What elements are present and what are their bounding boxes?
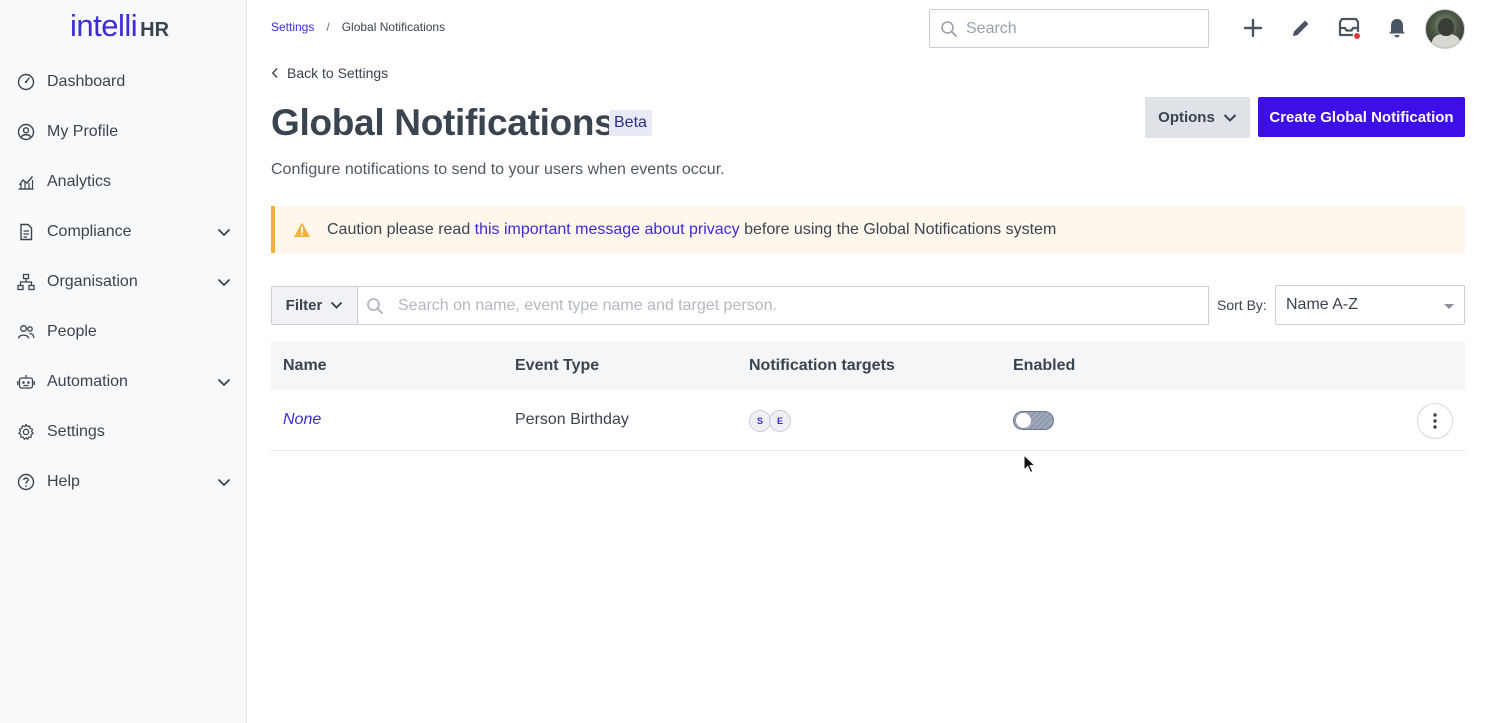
sidebar-item-dashboard[interactable]: Dashboard	[0, 57, 247, 107]
chevron-down-icon[interactable]	[216, 374, 232, 390]
enabled-toggle[interactable]	[1013, 411, 1054, 430]
chevron-down-icon[interactable]	[216, 474, 232, 490]
back-to-settings-link[interactable]: Back to Settings	[271, 65, 388, 81]
notification-search-input[interactable]	[398, 296, 1198, 315]
column-header-name[interactable]: Name	[283, 357, 327, 375]
chevron-down-icon	[1223, 113, 1237, 122]
sidebar-item-label: Automation	[47, 373, 128, 390]
back-link-label: Back to Settings	[287, 65, 389, 81]
sidebar: intelli HR Dashboard My Profile Analytic…	[0, 0, 247, 723]
pencil-icon[interactable]	[1289, 16, 1313, 40]
caret-down-icon	[1444, 304, 1454, 309]
row-actions-button[interactable]	[1417, 403, 1453, 439]
column-header-notification-targets[interactable]: Notification targets	[749, 357, 895, 375]
table-row: None Person Birthday S E	[271, 390, 1465, 451]
page-subtitle: Configure notifications to send to your …	[271, 161, 725, 178]
sidebar-item-analytics[interactable]: Analytics	[0, 157, 247, 207]
breadcrumb-settings-link[interactable]: Settings	[271, 20, 314, 34]
sort-select[interactable]: Name A-Z	[1275, 285, 1465, 325]
search-icon	[941, 20, 957, 37]
breadcrumb-current: Global Notifications	[341, 20, 446, 34]
breadcrumb: Settings / Global Notifications	[271, 20, 445, 34]
help-icon	[17, 473, 35, 491]
analytics-icon	[17, 173, 35, 191]
create-global-notification-button[interactable]: Create Global Notification	[1258, 97, 1465, 137]
mouse-cursor-icon	[1023, 454, 1037, 474]
page-title: Global Notifications	[271, 102, 615, 143]
logo-text: intelli	[70, 8, 138, 43]
sidebar-item-label: Analytics	[47, 173, 112, 190]
global-search[interactable]	[929, 9, 1209, 48]
sidebar-item-organisation[interactable]: Organisation	[0, 257, 247, 307]
dashboard-icon	[17, 73, 35, 91]
options-label: Options	[1158, 109, 1215, 126]
privacy-message-link[interactable]: this important message about privacy	[475, 221, 740, 238]
caution-prefix: Caution please read	[327, 220, 475, 238]
sidebar-item-automation[interactable]: Automation	[0, 357, 247, 407]
beta-badge: Beta	[609, 110, 652, 136]
sidebar-item-my-profile[interactable]: My Profile	[0, 107, 247, 157]
warning-icon	[294, 222, 310, 237]
sidebar-item-label: People	[47, 323, 97, 340]
sidebar-item-label: Settings	[47, 423, 105, 440]
logo-suffix: HR	[140, 19, 170, 41]
notification-search[interactable]	[358, 286, 1209, 325]
column-header-event-type[interactable]: Event Type	[515, 357, 599, 375]
column-header-enabled[interactable]: Enabled	[1013, 357, 1075, 375]
sidebar-item-people[interactable]: People	[0, 307, 247, 357]
bell-icon[interactable]	[1385, 16, 1409, 40]
profile-icon	[17, 123, 35, 141]
sidebar-nav: Dashboard My Profile Analytics Complianc…	[0, 57, 247, 507]
notification-name-link[interactable]: None	[283, 411, 321, 429]
compliance-icon	[17, 223, 35, 241]
sidebar-item-help[interactable]: Help	[0, 457, 247, 507]
organisation-icon	[17, 273, 35, 291]
avatar[interactable]	[1425, 9, 1465, 49]
caution-suffix: before using the Global Notifications sy…	[739, 220, 1057, 238]
avatar-face-shape	[1438, 18, 1454, 36]
plus-icon[interactable]	[1241, 16, 1265, 40]
caution-banner: Caution please read this important messa…	[271, 206, 1465, 253]
sort-by-label: Sort By:	[1217, 297, 1267, 313]
sort-select-value: Name A-Z	[1286, 296, 1359, 313]
options-button[interactable]: Options	[1145, 97, 1250, 138]
sidebar-item-label: Dashboard	[47, 73, 126, 90]
avatar-body-shape	[1432, 34, 1460, 48]
automation-icon	[17, 373, 35, 391]
sidebar-item-compliance[interactable]: Compliance	[0, 207, 247, 257]
more-vertical-icon	[1433, 413, 1437, 429]
chevron-left-icon	[271, 67, 278, 79]
people-icon	[17, 323, 35, 341]
sidebar-item-label: Help	[47, 473, 80, 490]
filter-button[interactable]: Filter	[271, 286, 358, 325]
inbox-icon[interactable]	[1337, 16, 1361, 40]
search-icon	[367, 297, 383, 314]
settings-icon	[17, 423, 35, 441]
sidebar-item-label: Compliance	[47, 223, 132, 240]
chevron-down-icon[interactable]	[216, 274, 232, 290]
target-chip: E	[769, 410, 791, 432]
sidebar-item-settings[interactable]: Settings	[0, 407, 247, 457]
chevron-down-icon[interactable]	[216, 224, 232, 240]
caution-text: Caution please read this important messa…	[327, 221, 1056, 239]
global-search-input[interactable]	[966, 19, 1196, 38]
event-type-cell: Person Birthday	[515, 411, 629, 428]
breadcrumb-separator: /	[326, 20, 330, 34]
target-chip: S	[749, 410, 771, 432]
toggle-knob	[1016, 413, 1031, 428]
sidebar-item-label: Organisation	[47, 273, 138, 290]
chevron-down-icon	[331, 301, 343, 309]
filter-label: Filter	[285, 297, 323, 314]
intellihr-logo[interactable]: intelli HR	[70, 8, 170, 44]
sidebar-item-label: My Profile	[47, 123, 119, 140]
table-header: Name Event Type Notification targets Ena…	[271, 341, 1465, 390]
